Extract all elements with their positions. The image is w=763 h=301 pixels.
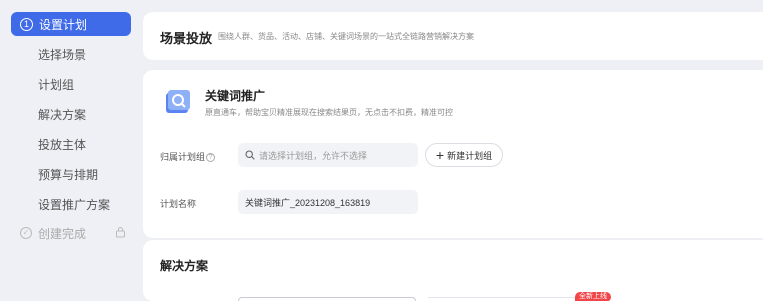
nav-item-complete: ✓ 创建完成 — [20, 225, 130, 241]
plan-group-search-input[interactable]: 请选择计划组，允许不选择 — [238, 143, 418, 167]
nav-item-label: 创建完成 — [38, 226, 87, 241]
search-icon — [245, 150, 255, 160]
plan-name-label: 计划名称 — [160, 199, 197, 209]
new-plan-group-button[interactable]: + 新建计划组 — [425, 143, 503, 167]
keyword-title: 关键词推广 — [205, 89, 266, 103]
keyword-promo-icon — [166, 90, 190, 113]
nav-item-label: 设置计划 — [39, 17, 88, 32]
step-number: 1 — [20, 17, 33, 31]
page-title: 场景投放 — [160, 31, 213, 46]
nav-item-plan-group[interactable]: 计划组 — [38, 76, 74, 93]
nav-item-promo-plan[interactable]: 设置推广方案 — [38, 196, 110, 213]
nav-item-solution[interactable]: 解决方案 — [38, 106, 86, 123]
keyword-card: 关键词推广 原直通车，帮助宝贝精准展现在搜索结果页，无点击不扣费，精准可控 归属… — [143, 70, 763, 238]
keyword-description: 原直通车，帮助宝贝精准展现在搜索结果页，无点击不扣费，精准可控 — [205, 108, 453, 117]
nav-item-select-scene[interactable]: 选择场景 — [38, 46, 86, 63]
check-circle-icon: ✓ — [20, 227, 32, 239]
nav-item-set-plan[interactable]: 1 设置计划 — [11, 12, 131, 36]
sidebar: 1 设置计划 选择场景 计划组 解决方案 投放主体 预算与排期 设置推广方案 ✓… — [0, 0, 140, 301]
solution-card: 解决方案 全新上线 — [143, 240, 763, 301]
scene-description: 围绕人群、货品、活动、店铺、关键词场景的一站式全链路营销解决方案 — [218, 32, 474, 41]
new-plan-group-label: 新建计划组 — [447, 150, 493, 161]
new-badge: 全新上线 — [575, 292, 611, 301]
search-placeholder: 请选择计划组，允许不选择 — [259, 150, 368, 161]
help-icon[interactable]: ? — [206, 153, 216, 163]
solution-option-2[interactable] — [428, 297, 578, 301]
lock-icon — [116, 227, 125, 238]
scene-card: 场景投放 围绕人群、货品、活动、店铺、关键词场景的一站式全链路营销解决方案 — [143, 12, 763, 60]
plus-icon: + — [435, 147, 445, 163]
solution-option[interactable] — [238, 297, 416, 301]
plan-name-input[interactable]: 关键词推广_20231208_163819 — [238, 190, 418, 214]
plan-group-label-text: 归属计划组 — [160, 152, 206, 162]
nav-item-subject[interactable]: 投放主体 — [38, 136, 86, 153]
plan-group-label: 归属计划组? — [160, 150, 216, 163]
solution-title: 解决方案 — [160, 259, 209, 273]
nav-item-budget[interactable]: 预算与排期 — [38, 166, 98, 183]
